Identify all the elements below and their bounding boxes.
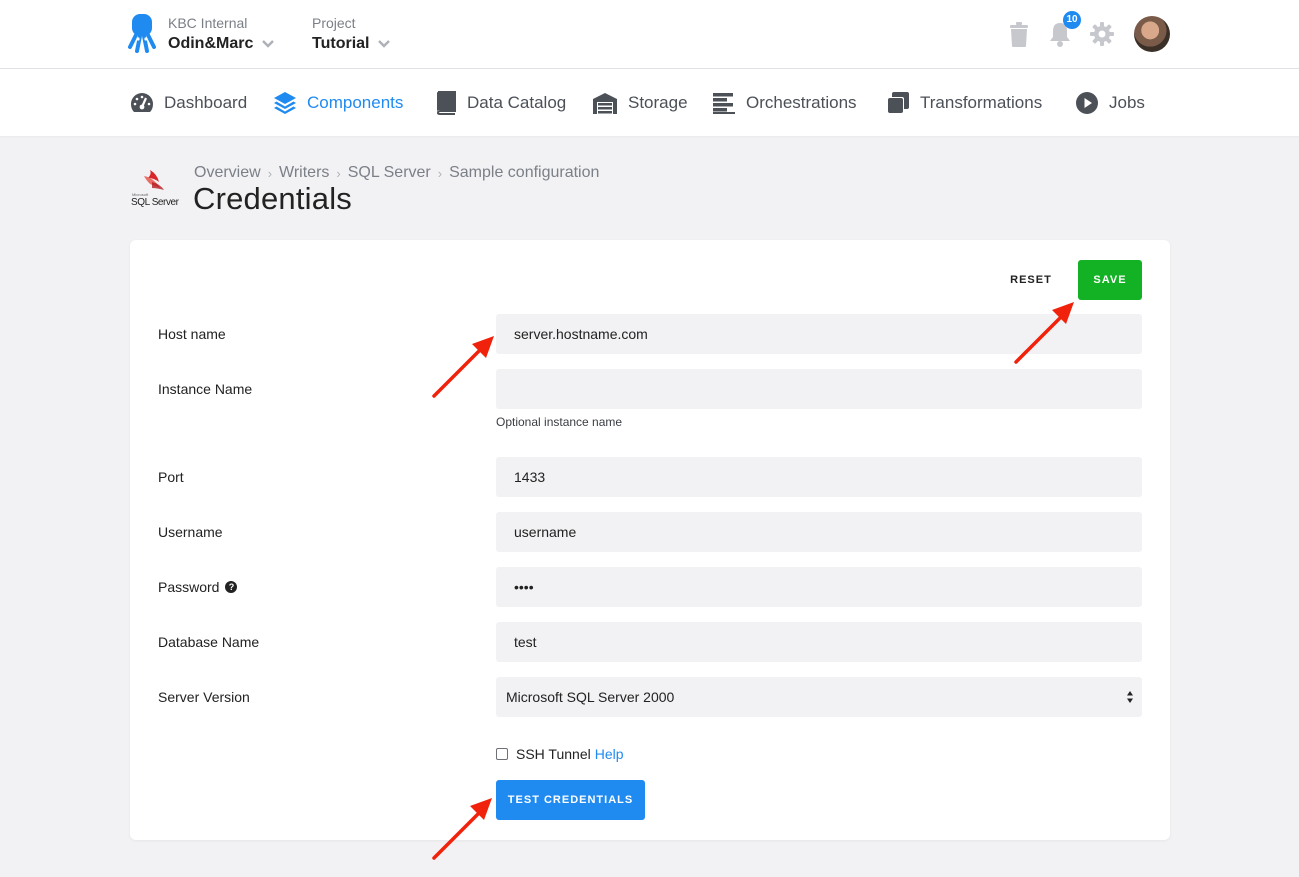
sql-server-logo-text: SQL Server xyxy=(131,197,180,208)
annotation-arrow-save xyxy=(1014,302,1074,364)
play-circle-icon xyxy=(1076,92,1098,114)
nav-item-transformations[interactable]: Transformations xyxy=(886,91,1042,115)
nav-label: Data Catalog xyxy=(467,93,567,112)
bars-icon xyxy=(713,93,735,114)
gear-icon[interactable] xyxy=(1090,22,1114,46)
test-credentials-button[interactable]: TEST CREDENTIALS xyxy=(496,780,645,820)
password-label: Password xyxy=(158,579,220,595)
database-name-label: Database Name xyxy=(158,634,260,650)
nav-label: Transformations xyxy=(920,93,1043,112)
server-version-select[interactable]: Microsoft SQL Server 2000 xyxy=(496,677,1142,717)
server-version-label: Server Version xyxy=(158,689,250,705)
ssh-tunnel-row: SSH Tunnel Help xyxy=(496,746,624,762)
nav-item-components[interactable]: Components xyxy=(273,91,403,115)
database-name-input[interactable]: test xyxy=(496,622,1142,662)
nav-label: Dashboard xyxy=(164,93,248,112)
port-label: Port xyxy=(158,469,184,485)
organization-label: KBC Internal xyxy=(168,15,248,31)
book-icon xyxy=(436,91,456,115)
warehouse-icon xyxy=(593,93,617,114)
top-bar: KBC Internal Odin&Marc Project Tutorial … xyxy=(0,0,1299,69)
instance-name-label: Instance Name xyxy=(158,381,253,397)
nav-item-data-catalog[interactable]: Data Catalog xyxy=(435,91,566,115)
user-avatar[interactable] xyxy=(1134,16,1170,52)
annotation-arrow-test xyxy=(432,798,492,860)
ssh-help-link[interactable]: Help xyxy=(595,746,624,762)
chevron-down-icon xyxy=(262,40,275,48)
nav-item-orchestrations[interactable]: Orchestrations xyxy=(712,91,857,115)
organization-switcher[interactable]: KBC Internal Odin&Marc xyxy=(168,15,275,53)
reset-button[interactable]: RESET xyxy=(1002,262,1060,298)
keboola-logo-icon[interactable] xyxy=(127,13,157,55)
question-circle-icon[interactable]: ? xyxy=(225,581,238,593)
nav-label: Jobs xyxy=(1109,93,1145,112)
nav-item-storage[interactable]: Storage xyxy=(592,91,688,115)
host-name-label: Host name xyxy=(158,326,226,342)
notification-badge: 10 xyxy=(1063,11,1081,29)
instance-name-help: Optional instance name xyxy=(496,415,623,429)
ssh-tunnel-label[interactable]: SSH Tunnel xyxy=(516,746,591,762)
page-title: Credentials xyxy=(193,181,353,216)
password-label-row: Password ? xyxy=(158,579,238,595)
layers-icon xyxy=(274,92,296,114)
select-arrows-icon xyxy=(1127,691,1133,703)
nav-item-jobs[interactable]: Jobs xyxy=(1075,91,1145,115)
nav-item-dashboard[interactable]: Dashboard xyxy=(130,91,247,115)
copy-icon xyxy=(887,92,909,114)
port-input[interactable]: 1433 xyxy=(496,457,1142,497)
chevron-right-icon: › xyxy=(437,165,443,181)
project-label: Project xyxy=(312,15,356,31)
nav-label: Orchestrations xyxy=(746,93,857,112)
nav-label: Components xyxy=(307,93,404,112)
nav-label: Storage xyxy=(628,93,688,112)
trash-icon[interactable] xyxy=(1008,22,1030,48)
project-name: Tutorial xyxy=(312,35,370,52)
breadcrumb-writers[interactable]: Writers xyxy=(279,164,329,182)
sql-server-logo-icon: Microsoft SQL Server xyxy=(131,170,180,208)
breadcrumb: Overview › Writers › SQL Server › Sample… xyxy=(194,164,599,182)
breadcrumb-sql-server[interactable]: SQL Server xyxy=(348,164,431,182)
breadcrumb-configuration[interactable]: Sample configuration xyxy=(449,164,599,182)
server-version-value: Microsoft SQL Server 2000 xyxy=(506,689,675,705)
chevron-right-icon: › xyxy=(336,165,341,181)
annotation-arrow-host xyxy=(432,336,494,398)
chevron-right-icon: › xyxy=(267,165,273,181)
organization-name: Odin&Marc xyxy=(168,35,254,52)
main-navigation: Dashboard Components Data Catalog Storag… xyxy=(0,69,1299,136)
password-input[interactable]: •••• xyxy=(496,567,1142,607)
breadcrumb-overview[interactable]: Overview xyxy=(194,164,261,182)
project-switcher[interactable]: Project Tutorial xyxy=(312,15,391,53)
username-label: Username xyxy=(158,524,223,540)
dashboard-icon xyxy=(131,93,153,112)
chevron-down-icon xyxy=(378,40,391,48)
username-input[interactable]: username xyxy=(496,512,1142,552)
save-button[interactable]: SAVE xyxy=(1078,260,1142,300)
instance-name-input[interactable] xyxy=(496,369,1142,409)
ssh-tunnel-checkbox[interactable] xyxy=(496,748,508,760)
